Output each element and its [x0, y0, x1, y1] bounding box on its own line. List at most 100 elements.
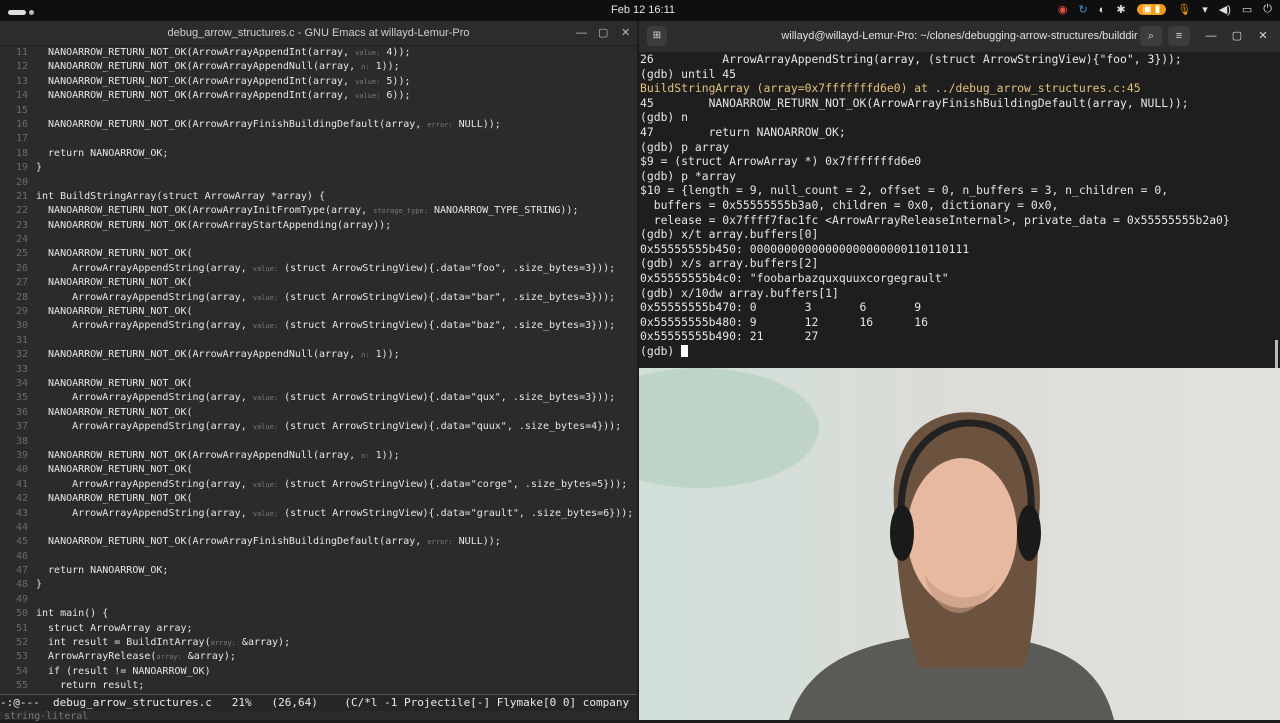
inlay-hint: value:	[252, 322, 279, 331]
code-line[interactable]: 48}	[0, 578, 637, 592]
line-number: 38	[15, 435, 28, 447]
code-line[interactable]: 14 NANOARROW_RETURN_NOT_OK(ArrowArrayApp…	[0, 89, 637, 103]
volume-icon[interactable]: ◀)	[1219, 3, 1231, 16]
code-line[interactable]: 24	[0, 233, 637, 247]
line-number: 41	[15, 478, 28, 490]
code-line[interactable]: 22 NANOARROW_RETURN_NOT_OK(ArrowArrayIni…	[0, 204, 637, 218]
maximize-icon[interactable]: ▢	[1226, 26, 1248, 46]
code-line[interactable]: 17	[0, 132, 637, 146]
code-line[interactable]: 12 NANOARROW_RETURN_NOT_OK(ArrowArrayApp…	[0, 60, 637, 74]
code-line[interactable]: 40 NANOARROW_RETURN_NOT_OK(	[0, 463, 637, 477]
code-line[interactable]: 51 struct ArrowArray array;	[0, 622, 637, 636]
power-icon[interactable]: ⏻	[1263, 3, 1272, 16]
code-line[interactable]: 31	[0, 334, 637, 348]
code-line[interactable]: 20	[0, 176, 637, 190]
code-editor[interactable]: 11 NANOARROW_RETURN_NOT_OK(ArrowArrayApp…	[0, 46, 637, 694]
code-text: (struct ArrowStringView){.data="foo", .s…	[278, 262, 616, 274]
code-line[interactable]: 49	[0, 593, 637, 607]
line-number: 16	[15, 118, 28, 130]
code-line[interactable]: 36 NANOARROW_RETURN_NOT_OK(	[0, 406, 637, 420]
code-line[interactable]: 53 ArrowArrayRelease(array: &array);	[0, 650, 637, 664]
code-line[interactable]: 15	[0, 104, 637, 118]
menu-icon[interactable]: ≡	[1168, 26, 1190, 46]
close-icon[interactable]: ✕	[621, 21, 630, 45]
screen-share-indicator[interactable]: ▣ ▮	[1136, 4, 1167, 15]
code-line[interactable]: 28 ArrowArrayAppendString(array, value: …	[0, 291, 637, 305]
line-number: 32	[15, 349, 28, 361]
minimize-icon[interactable]: —	[1200, 26, 1222, 46]
discord-icon[interactable]: ◐	[1099, 4, 1106, 16]
activities-button[interactable]	[8, 6, 37, 18]
line-number: 44	[15, 521, 28, 533]
new-tab-icon[interactable]: ⊞	[647, 26, 667, 46]
code-line[interactable]: 42 NANOARROW_RETURN_NOT_OK(	[0, 492, 637, 506]
code-line[interactable]: 47 return NANOARROW_OK;	[0, 564, 637, 578]
line-number: 20	[15, 176, 28, 188]
code-text: ArrowArrayAppendString(array,	[36, 421, 253, 433]
code-line[interactable]: 34 NANOARROW_RETURN_NOT_OK(	[0, 377, 637, 391]
code-line[interactable]: 25 NANOARROW_RETURN_NOT_OK(	[0, 247, 637, 261]
terminal-scrollbar[interactable]	[1275, 340, 1278, 368]
line-number: 51	[15, 622, 28, 634]
microphone-icon[interactable]: 🎙	[1177, 3, 1191, 16]
code-line[interactable]: 41 ArrowArrayAppendString(array, value: …	[0, 478, 637, 492]
code-line[interactable]: 18 return NANOARROW_OK;	[0, 147, 637, 161]
code-text: return result;	[36, 680, 145, 692]
inlay-hint: array:	[210, 639, 236, 648]
code-line[interactable]: 33	[0, 363, 637, 377]
network-icon[interactable]: ▾	[1202, 3, 1208, 16]
line-number: 39	[15, 449, 28, 461]
code-line[interactable]: 19}	[0, 161, 637, 175]
code-text: }	[36, 162, 43, 174]
terminal-line: 0x55555555b480: 9 12 16 16	[640, 314, 929, 329]
line-number: 53	[15, 651, 28, 663]
code-text: NANOARROW_RETURN_NOT_OK(ArrowArrayFinish…	[36, 118, 428, 130]
inlay-hint: value:	[252, 293, 279, 302]
minimize-icon[interactable]: —	[576, 21, 587, 45]
close-icon[interactable]: ✕	[1252, 26, 1274, 46]
code-line[interactable]: 27 NANOARROW_RETURN_NOT_OK(	[0, 276, 637, 290]
line-number: 42	[15, 493, 28, 505]
code-line[interactable]: 26 ArrowArrayAppendString(array, value: …	[0, 262, 637, 276]
sync-icon[interactable]: ↻	[1078, 3, 1087, 16]
code-line[interactable]: 32 NANOARROW_RETURN_NOT_OK(ArrowArrayApp…	[0, 348, 637, 362]
code-line[interactable]: 55 return result;	[0, 679, 637, 693]
code-line[interactable]: 23 NANOARROW_RETURN_NOT_OK(ArrowArraySta…	[0, 219, 637, 233]
terminal-line: 0x55555555b470: 0 3 6 9	[640, 300, 922, 315]
code-line[interactable]: 38	[0, 435, 637, 449]
code-line[interactable]: 45 NANOARROW_RETURN_NOT_OK(ArrowArrayFin…	[0, 535, 637, 549]
line-number: 17	[15, 133, 28, 145]
battery-icon[interactable]: ▭	[1242, 3, 1252, 16]
code-line[interactable]: 35 ArrowArrayAppendString(array, value: …	[0, 391, 637, 405]
code-text: NULL));	[452, 536, 501, 548]
code-text: NANOARROW_RETURN_NOT_OK(	[36, 464, 193, 476]
minibuffer[interactable]: string-literal	[0, 711, 641, 723]
code-line[interactable]: 54 if (result != NANOARROW_OK)	[0, 665, 637, 679]
code-line[interactable]: 13 NANOARROW_RETURN_NOT_OK(ArrowArrayApp…	[0, 75, 637, 89]
code-text: }	[36, 579, 43, 591]
code-line[interactable]: 21 int BuildStringArray(struct ArrowArray…	[0, 190, 637, 204]
code-line[interactable]: 43 ArrowArrayAppendString(array, value: …	[0, 507, 637, 521]
code-line[interactable]: 52 int result = BuildIntArray(array: &ar…	[0, 636, 637, 650]
search-icon[interactable]: ⌕	[1140, 26, 1162, 46]
clock[interactable]: Feb 12 16:11	[611, 4, 675, 16]
code-text: ArrowArrayAppendString(array,	[36, 507, 253, 519]
maximize-icon[interactable]: ▢	[598, 21, 608, 45]
code-line[interactable]: 11 NANOARROW_RETURN_NOT_OK(ArrowArrayApp…	[0, 46, 637, 60]
record-icon[interactable]: ◉	[1058, 3, 1068, 16]
code-line[interactable]: 44	[0, 521, 637, 535]
system-tray[interactable]: ◉ ↻ ◐ ✱ ▣ ▮ 🎙 ▾ ◀) ▭ ⏻	[1058, 3, 1272, 16]
slack-icon[interactable]: ✱	[1116, 3, 1125, 16]
code-line[interactable]: 16 NANOARROW_RETURN_NOT_OK(ArrowArrayFin…	[0, 118, 637, 132]
code-line[interactable]: 30 ArrowArrayAppendString(array, value: …	[0, 319, 637, 333]
terminal-output[interactable]: 26 ArrowArrayAppendString(array, (struct…	[640, 52, 1276, 368]
code-line[interactable]: 37 ArrowArrayAppendString(array, value: …	[0, 420, 637, 434]
inlay-hint: value:	[252, 480, 279, 489]
code-text: NANOARROW_RETURN_NOT_OK(ArrowArrayAppend…	[36, 449, 362, 461]
code-text: NANOARROW_RETURN_NOT_OK(	[36, 493, 193, 505]
code-line[interactable]: 46	[0, 550, 637, 564]
inlay-hint: value:	[252, 423, 279, 432]
code-line[interactable]: 50 int main() {	[0, 607, 637, 621]
code-line[interactable]: 29 NANOARROW_RETURN_NOT_OK(	[0, 305, 637, 319]
code-line[interactable]: 39 NANOARROW_RETURN_NOT_OK(ArrowArrayApp…	[0, 449, 637, 463]
